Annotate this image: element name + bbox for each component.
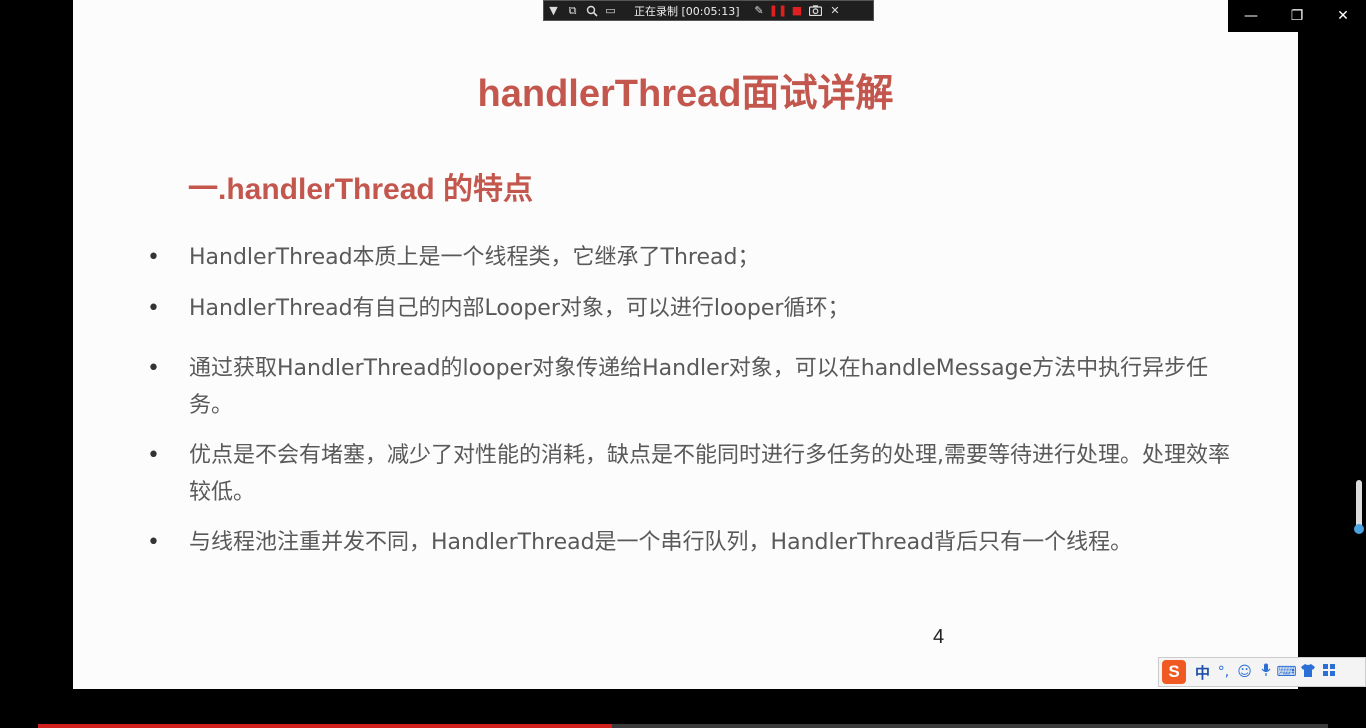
bullet-icon: • — [147, 245, 160, 270]
slide-subtitle: 一.handlerThread 的特点 — [188, 173, 534, 206]
keyboard-icon[interactable]: ⌨ — [1276, 664, 1297, 680]
bullet-icon: • — [147, 356, 160, 381]
volume-slider[interactable] — [1354, 480, 1364, 534]
restore-button[interactable]: ❐ — [1274, 0, 1320, 32]
slide: handlerThread面试详解 一.handlerThread 的特点 • … — [73, 0, 1298, 689]
punctuation-toggle[interactable]: °, — [1213, 664, 1234, 680]
recording-status: 正在录制 [00:05:13] — [634, 4, 740, 18]
slider-knob[interactable] — [1354, 524, 1364, 534]
recorder-toolbar: ▼ ⧉ ▭ 正在录制 [00:05:13] ✎ ❚❚ ■ ✕ — [543, 0, 874, 21]
window-icon[interactable]: ⧉ — [563, 1, 582, 20]
zoom-icon[interactable] — [582, 1, 601, 20]
close-button[interactable]: ✕ — [1320, 0, 1366, 32]
stop-icon[interactable]: ■ — [787, 1, 806, 20]
bullet-text: HandlerThread本质上是一个线程类，它继承了Thread； — [189, 245, 760, 270]
grid-icon[interactable] — [1318, 664, 1339, 680]
close-icon[interactable]: ✕ — [825, 1, 844, 20]
minimize-button[interactable]: — — [1228, 0, 1274, 32]
bullet-icon: • — [147, 296, 160, 321]
video-progress-fill — [38, 724, 613, 728]
ime-mode-toggle[interactable]: 中 — [1192, 662, 1213, 683]
dropdown-icon[interactable]: ▼ — [544, 1, 563, 20]
mic-icon[interactable] — [1255, 663, 1276, 681]
window-controls: — ❐ ✕ — [1228, 0, 1366, 32]
region-icon[interactable]: ▭ — [601, 1, 620, 20]
skin-icon[interactable] — [1297, 663, 1318, 681]
bullet-icon: • — [147, 443, 160, 468]
slide-title: handlerThread面试详解 — [477, 73, 894, 115]
emoji-icon[interactable]: ☺ — [1234, 664, 1255, 680]
video-progress-bar[interactable] — [38, 724, 1328, 728]
page-number: 4 — [933, 626, 945, 648]
bullet-icon: • — [147, 530, 160, 555]
camera-icon[interactable] — [806, 1, 825, 20]
ime-logo-icon[interactable]: S — [1162, 660, 1186, 684]
pen-icon[interactable]: ✎ — [749, 1, 768, 20]
bullet-text: 通过获取HandlerThread的looper对象传递给Handler对象，可… — [189, 356, 1209, 418]
bullet-text: 优点是不会有堵塞，减少了对性能的消耗，缺点是不能同时进行多任务的处理,需要等待进… — [189, 443, 1230, 505]
bullet-text: 与线程池注重并发不同，HandlerThread是一个串行队列，HandlerT… — [189, 530, 1133, 555]
bullet-text: HandlerThread有自己的内部Looper对象，可以进行looper循环… — [189, 296, 850, 321]
pause-icon[interactable]: ❚❚ — [768, 1, 787, 20]
ime-toolbar: S 中 °, ☺ ⌨ — [1158, 657, 1366, 687]
